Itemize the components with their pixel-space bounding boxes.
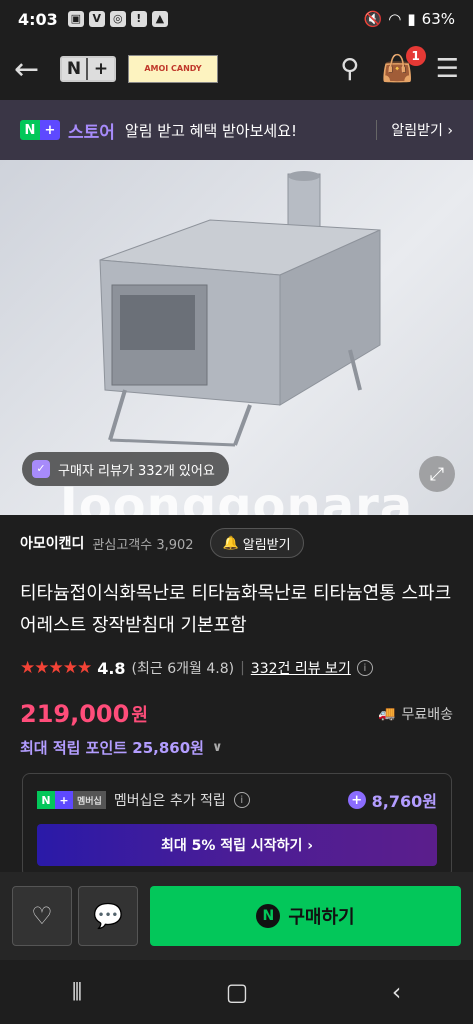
image-icon: ▲	[151, 11, 168, 27]
rating-stars: ★★★★★	[20, 658, 92, 678]
nplus-mini-logo: N +	[20, 120, 60, 140]
search-icon[interactable]: ⚲	[340, 54, 359, 84]
mini-n: N	[20, 120, 40, 140]
status-time: 4:03	[18, 9, 58, 29]
product-image[interactable]: ✓ 구매자 리뷰가 332개 있어요 ⤢ Joonggonara	[0, 160, 473, 515]
badge-n: N	[37, 791, 55, 809]
banner-text: 알림 받고 혜택 받아보세요!	[124, 121, 298, 140]
status-right: 🔇 ◠ ▮ 63%	[364, 10, 455, 28]
banner-notify-button[interactable]: 알림받기 ›	[376, 120, 453, 140]
price-amount: 219,000	[20, 700, 130, 728]
max-points-label: 최대 적립 포인트 25,860원	[20, 739, 204, 757]
membership-text: 멤버십은 추가 적립	[113, 793, 226, 809]
notify-banner: N + 스토어 알림 받고 혜택 받아보세요! 알림받기 ›	[0, 100, 473, 160]
rating-divider: |	[240, 660, 245, 676]
logo-n: N	[62, 58, 88, 80]
badge-plus: +	[55, 791, 73, 809]
membership-box: N + 멤버십 멤버십은 추가 적립 i + 8,760원 최대 5% 적립 시…	[22, 773, 452, 878]
logo-plus: +	[88, 58, 114, 80]
review-link[interactable]: 332건 리뷰 보기	[251, 658, 351, 678]
max-points-row[interactable]: 최대 적립 포인트 25,860원 ∨	[20, 737, 223, 758]
recent-apps-icon[interactable]: ⦀	[72, 978, 83, 1006]
menu-icon[interactable]: ☰	[436, 54, 459, 84]
shop-logo[interactable]: AMOI CANDY	[128, 55, 218, 83]
mini-plus: +	[40, 120, 60, 140]
truck-icon: 🚚	[378, 706, 396, 722]
price-row: 219,000 원 🚚 무료배송	[20, 700, 453, 728]
chat-icon[interactable]: 💬	[78, 886, 138, 946]
review-bag-icon: ✓	[32, 460, 50, 478]
bell-plus-icon: 🔔	[222, 535, 239, 551]
membership-cta-button[interactable]: 최대 5% 적립 시작하기 ›	[37, 824, 437, 866]
store-word: 스토어	[68, 122, 115, 143]
home-icon[interactable]: ▢	[226, 978, 249, 1006]
price-unit: 원	[131, 705, 148, 726]
membership-info-icon[interactable]: i	[233, 792, 250, 808]
plus-circle-icon: +	[347, 791, 366, 809]
android-nav-bar: ⦀ ▢ ‹	[0, 960, 473, 1024]
cart-icon[interactable]: 👜 1	[381, 46, 426, 84]
battery-text: 63%	[421, 10, 455, 28]
shop-logo-text: AMOI CANDY	[144, 64, 202, 73]
chevron-down-icon: ∨	[211, 740, 223, 755]
membership-points-value: 8,760원	[371, 792, 437, 811]
signal-icon: ▮	[407, 10, 416, 28]
nav-bar: ← N + AMOI CANDY ⚲ 👜 1 ☰	[0, 38, 473, 100]
nav-actions: ⚲ 👜 1 ☰	[340, 46, 459, 84]
nplus-logo[interactable]: N +	[60, 56, 116, 82]
wishlist-heart-icon[interactable]: ♡	[12, 886, 72, 946]
wifi-icon: ◠	[388, 10, 402, 28]
rating-value: 4.8	[97, 658, 126, 678]
membership-top: N + 멤버십 멤버십은 추가 적립 i + 8,760원	[23, 774, 451, 812]
product-title: 티타늄접이식화목난로 티타늄화목난로 티타늄연통 스파크어레스트 장작받침대 기…	[20, 583, 452, 636]
badge-label: 멤버십	[73, 791, 106, 809]
warning-icon: !	[130, 11, 147, 27]
follow-label: 알림받기	[242, 537, 291, 553]
rating-recent: (최근 6개월 4.8)	[131, 661, 235, 677]
membership-badge: N + 멤버십	[37, 791, 106, 809]
seller-name[interactable]: 아모이캔디	[20, 533, 84, 553]
gallery-icon: ▣	[67, 11, 84, 27]
android-back-icon[interactable]: ‹	[392, 978, 402, 1006]
cart-badge: 1	[405, 46, 426, 66]
seller-row: 아모이캔디 관심고객수 3,902 🔔 알림받기	[20, 528, 453, 558]
status-bar: 4:03 ▣ V ◎ ! ▲ 🔇 ◠ ▮ 63%	[0, 0, 473, 38]
bottom-action-bar: ♡ 💬 N 구매하기	[0, 872, 473, 960]
naverpay-n-icon: N	[256, 904, 281, 928]
notification-icons: ▣ V ◎ ! ▲	[67, 11, 168, 27]
nplus-store-logo: N + 스토어	[20, 118, 115, 143]
seller-followers: 관심고객수 3,902	[92, 537, 194, 553]
watermark: Joonggonara	[59, 478, 414, 515]
buy-button[interactable]: N 구매하기	[150, 886, 461, 946]
shipping-text: 무료배송	[401, 707, 453, 723]
shipping-info: 🚚 무료배송	[378, 704, 453, 724]
info-icon[interactable]: i	[356, 660, 373, 676]
buy-label: 구매하기	[288, 907, 355, 928]
v-icon: V	[88, 11, 105, 27]
chrome-icon: ◎	[109, 11, 126, 27]
review-pill-text: 구매자 리뷰가 332개 있어요	[58, 463, 215, 479]
back-arrow-icon[interactable]: ←	[14, 52, 50, 87]
rating-row: ★★★★★ 4.8 (최근 6개월 4.8) | 332건 리뷰 보기 i	[20, 658, 453, 678]
membership-points: + 8,760원	[347, 788, 437, 812]
mute-icon: 🔇	[363, 10, 383, 28]
seller-follow-button[interactable]: 🔔 알림받기	[209, 528, 304, 558]
